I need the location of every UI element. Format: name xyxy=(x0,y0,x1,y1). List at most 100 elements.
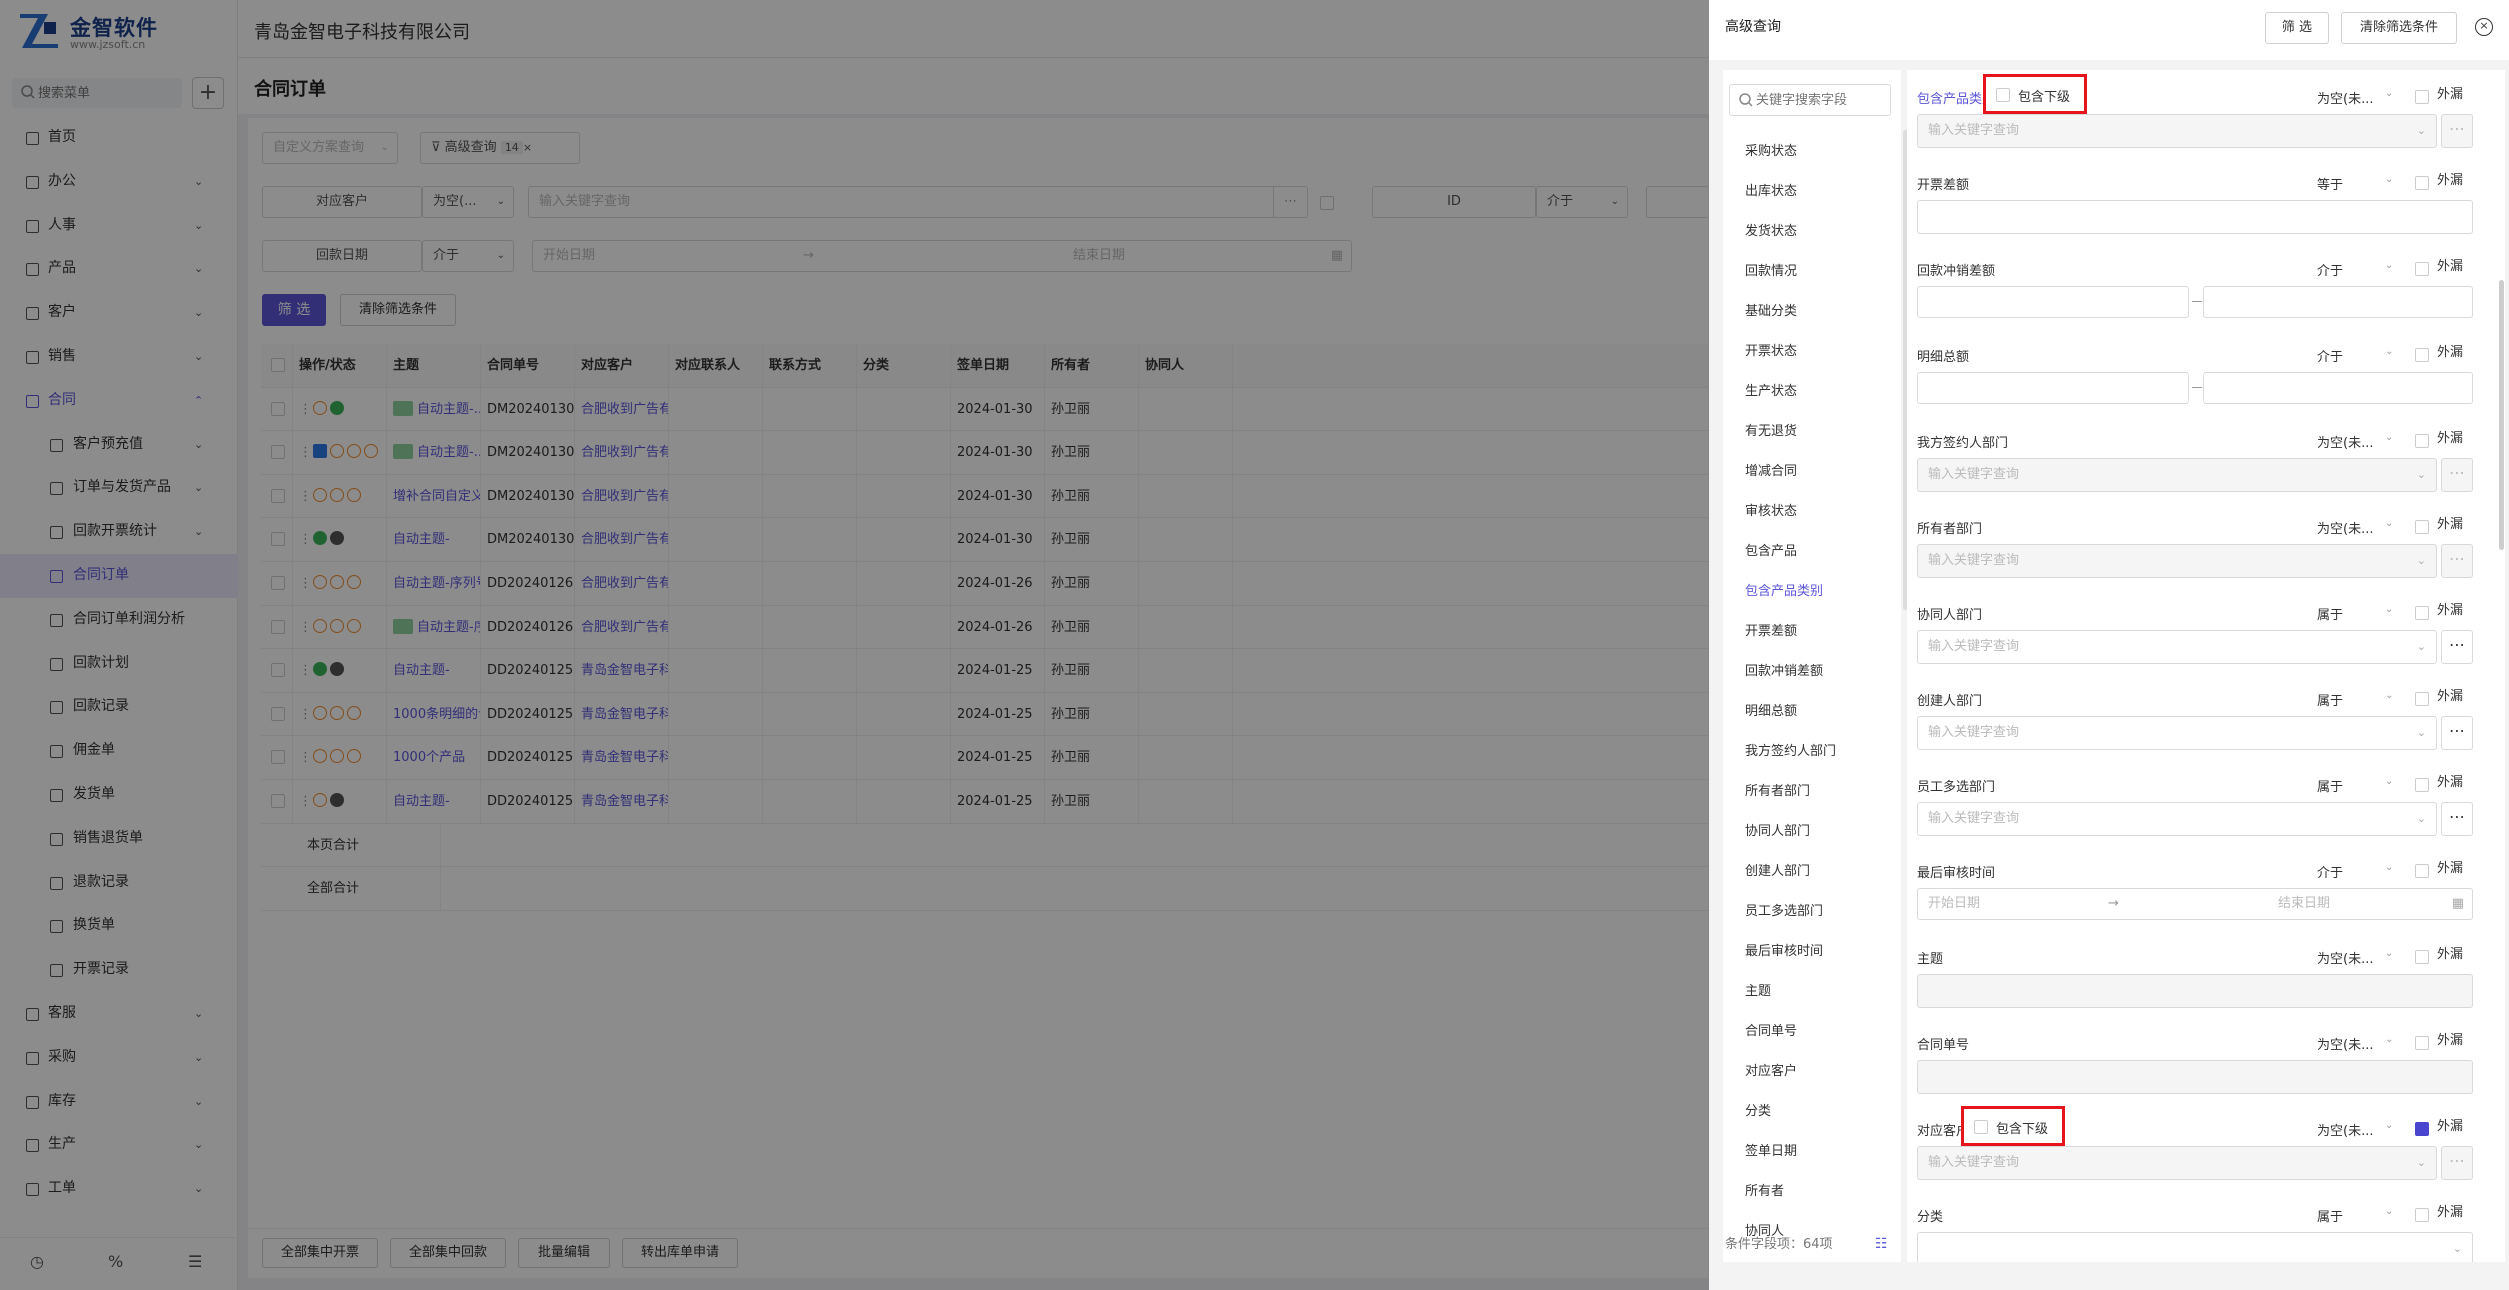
missing-checkbox[interactable] xyxy=(2415,864,2429,878)
field-list-item[interactable]: 对应客户 xyxy=(1723,1052,1893,1092)
condition-input[interactable]: 输入关键字查询 ⌄ xyxy=(1917,1146,2437,1180)
include-subordinate-checkbox[interactable] xyxy=(1974,1120,1988,1134)
condition-input[interactable]: ⌄ xyxy=(1917,1232,2473,1262)
field-list-item[interactable]: 分类 xyxy=(1723,1092,1893,1132)
field-search-input[interactable] xyxy=(1756,86,1886,114)
chevron-down-icon: ⌄ xyxy=(2385,604,2394,615)
field-list-item[interactable]: 包含产品 xyxy=(1723,532,1893,572)
field-list-item[interactable]: 所有者部门 xyxy=(1723,772,1893,812)
field-list-item[interactable]: 协同人部门 xyxy=(1723,812,1893,852)
close-icon[interactable]: × xyxy=(2475,18,2493,36)
field-list-item[interactable]: 创建人部门 xyxy=(1723,852,1893,892)
field-list-item[interactable]: 所有者 xyxy=(1723,1172,1893,1212)
field-list-item[interactable]: 采购状态 xyxy=(1723,132,1893,172)
condition-operator[interactable]: 为空(未... xyxy=(2317,1034,2373,1053)
drawer-title: 高级查询 xyxy=(1725,19,1781,35)
field-list-item[interactable]: 包含产品类别 xyxy=(1723,572,1893,612)
field-list-item[interactable]: 出库状态 xyxy=(1723,172,1893,212)
more-icon[interactable]: ⋯ xyxy=(2441,630,2473,664)
field-list-item[interactable]: 回款情况 xyxy=(1723,252,1893,292)
range-from-input[interactable] xyxy=(1917,286,2189,318)
drawer-filter-button[interactable]: 筛 选 xyxy=(2265,12,2329,44)
condition-operator[interactable]: 属于 xyxy=(2317,1206,2343,1225)
condition-operator[interactable]: 为空(未... xyxy=(2317,1120,2373,1139)
field-list-item[interactable]: 合同单号 xyxy=(1723,1012,1893,1052)
condition-scrollbar[interactable] xyxy=(2499,280,2504,550)
input-placeholder: 输入关键字查询 xyxy=(1928,1155,2020,1170)
missing-checkbox[interactable] xyxy=(2415,434,2429,448)
field-list-item[interactable]: 开票状态 xyxy=(1723,332,1893,372)
chevron-down-icon: ⌄ xyxy=(2385,1206,2394,1217)
more-icon[interactable]: ⋯ xyxy=(2441,458,2473,492)
missing-checkbox[interactable] xyxy=(2415,520,2429,534)
drawer-clear-button[interactable]: 清除筛选条件 xyxy=(2341,12,2457,44)
missing-checkbox[interactable] xyxy=(2415,1208,2429,1222)
field-list-item[interactable]: 审核状态 xyxy=(1723,492,1893,532)
condition-input[interactable]: 输入关键字查询 ⌄ xyxy=(1917,458,2437,492)
condition-input[interactable] xyxy=(1917,974,2473,1008)
condition-operator[interactable]: 为空(未... xyxy=(2317,88,2373,107)
more-icon[interactable]: ⋯ xyxy=(2441,716,2473,750)
condition-operator[interactable]: 属于 xyxy=(2317,690,2343,709)
range-from-input[interactable] xyxy=(1917,372,2189,404)
missing-checkbox[interactable] xyxy=(2415,950,2429,964)
condition-operator[interactable]: 属于 xyxy=(2317,776,2343,795)
date-range-input[interactable]: 开始日期 → 结束日期 ▦ xyxy=(1917,888,2473,920)
modal-mask[interactable] xyxy=(0,0,1709,1290)
condition-input[interactable]: 输入关键字查询 ⌄ xyxy=(1917,114,2437,148)
missing-checkbox[interactable] xyxy=(2415,176,2429,190)
field-list-item[interactable]: 增减合同 xyxy=(1723,452,1893,492)
chevron-down-icon: ⌄ xyxy=(2385,862,2394,873)
advanced-query-drawer: 高级查询 筛 选 清除筛选条件 × 采购状态出库状态发货状态回款情况基础分类开票… xyxy=(1709,0,2509,1290)
missing-checkbox[interactable] xyxy=(2415,90,2429,104)
field-list-item[interactable]: 发货状态 xyxy=(1723,212,1893,252)
field-list-item[interactable]: 生产状态 xyxy=(1723,372,1893,412)
missing-checkbox[interactable] xyxy=(2415,1122,2429,1136)
range-to-input[interactable] xyxy=(2203,286,2473,318)
field-list-item[interactable]: 我方签约人部门 xyxy=(1723,732,1893,772)
missing-checkbox[interactable] xyxy=(2415,778,2429,792)
field-list-item[interactable]: 回款冲销差额 xyxy=(1723,652,1893,692)
condition-input[interactable]: 输入关键字查询 ⌄ xyxy=(1917,802,2437,836)
condition-input[interactable] xyxy=(1917,200,2473,234)
range-separator xyxy=(2192,301,2202,302)
missing-checkbox[interactable] xyxy=(2415,606,2429,620)
condition-operator[interactable]: 介于 xyxy=(2317,346,2343,365)
include-subordinate-checkbox[interactable] xyxy=(1996,88,2010,102)
more-icon[interactable]: ⋯ xyxy=(2441,802,2473,836)
condition-input[interactable]: 输入关键字查询 ⌄ xyxy=(1917,544,2437,578)
missing-checkbox[interactable] xyxy=(2415,1036,2429,1050)
field-list-item[interactable]: 员工多选部门 xyxy=(1723,892,1893,932)
field-list-item[interactable]: 最后审核时间 xyxy=(1723,932,1893,972)
condition-operator[interactable]: 为空(未... xyxy=(2317,518,2373,537)
field-list-item[interactable]: 基础分类 xyxy=(1723,292,1893,332)
settings-icon[interactable]: ☷ xyxy=(1875,1236,1888,1252)
field-list-item[interactable]: 签单日期 xyxy=(1723,1132,1893,1172)
condition-operator[interactable]: 介于 xyxy=(2317,260,2343,279)
calendar-icon: ▦ xyxy=(2451,896,2464,911)
condition-input[interactable]: 输入关键字查询 ⌄ xyxy=(1917,630,2437,664)
condition-operator[interactable]: 介于 xyxy=(2317,862,2343,881)
field-list-item[interactable]: 主题 xyxy=(1723,972,1893,1012)
field-list-item[interactable]: 明细总额 xyxy=(1723,692,1893,732)
more-icon[interactable]: ⋯ xyxy=(2441,544,2473,578)
include-subordinate-toggle[interactable]: 包含下级 xyxy=(1983,74,2087,114)
missing-checkbox[interactable] xyxy=(2415,262,2429,276)
field-search[interactable] xyxy=(1729,84,1891,116)
condition-input[interactable] xyxy=(1917,1060,2473,1094)
missing-checkbox[interactable] xyxy=(2415,348,2429,362)
condition-operator[interactable]: 为空(未... xyxy=(2317,432,2373,451)
more-icon[interactable]: ⋯ xyxy=(2441,1146,2473,1180)
condition-operator[interactable]: 等于 xyxy=(2317,174,2343,193)
field-list-item[interactable]: 有无退货 xyxy=(1723,412,1893,452)
condition-label: 回款冲销差额 xyxy=(1917,264,1996,279)
range-to-input[interactable] xyxy=(2203,372,2473,404)
field-list-item[interactable]: 开票差额 xyxy=(1723,612,1893,652)
include-subordinate-toggle[interactable]: 包含下级 xyxy=(1961,1106,2065,1146)
condition-operator[interactable]: 为空(未... xyxy=(2317,948,2373,967)
more-icon[interactable]: ⋯ xyxy=(2441,114,2473,148)
condition-operator[interactable]: 属于 xyxy=(2317,604,2343,623)
missing-checkbox[interactable] xyxy=(2415,692,2429,706)
chevron-down-icon: ⌄ xyxy=(2385,88,2394,99)
condition-input[interactable]: 输入关键字查询 ⌄ xyxy=(1917,716,2437,750)
